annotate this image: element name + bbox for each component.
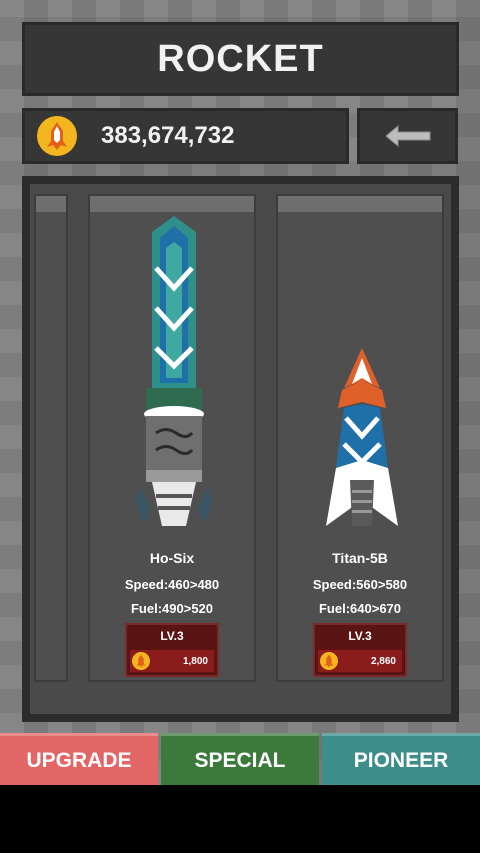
level-upgrade-button[interactable]: LV.3 2,860 (313, 623, 407, 677)
rocket-carousel[interactable]: Ho-Six Speed:460>480 Fuel:490>520 LV.3 1… (22, 176, 459, 722)
tab-pioneer[interactable]: PIONEER (322, 733, 480, 785)
level-label: LV.3 (160, 629, 184, 643)
rocket-name: Titan-5B (332, 550, 388, 566)
rocket-fuel: Fuel:640>670 (318, 601, 402, 616)
ho-six-rocket-image (136, 216, 212, 526)
upgrade-cost: 2,860 (370, 655, 396, 667)
page-title: ROCKET (157, 37, 324, 80)
tab-upgrade[interactable]: UPGRADE (0, 733, 158, 785)
back-button[interactable] (357, 108, 458, 164)
level-label: LV.3 (348, 629, 372, 643)
cost-row: 1,800 (130, 650, 214, 672)
rocket-speed: Speed:560>580 (312, 577, 408, 592)
back-arrow-icon (384, 124, 430, 148)
tab-special[interactable]: SPECIAL (161, 733, 319, 785)
rocket-coin-icon (37, 116, 77, 156)
rocket-coin-icon (132, 652, 150, 670)
level-upgrade-button[interactable]: LV.3 1,800 (125, 623, 219, 677)
rocket-card-titan-5b[interactable]: Titan-5B Speed:560>580 Fuel:640>670 LV.3… (276, 194, 444, 682)
rocket-name: Ho-Six (149, 550, 195, 566)
rocket-card-partial[interactable] (34, 194, 68, 682)
currency-bar: 383,674,732 (22, 108, 349, 164)
currency-amount: 383,674,732 (101, 122, 235, 149)
bottom-tabs: UPGRADE SPECIAL PIONEER (0, 733, 480, 785)
upgrade-cost: 1,800 (182, 655, 208, 667)
rocket-card-ho-six[interactable]: Ho-Six Speed:460>480 Fuel:490>520 LV.3 1… (88, 194, 256, 682)
rocket-coin-icon (320, 652, 338, 670)
rocket-speed: Speed:460>480 (124, 577, 220, 592)
cost-row: 2,860 (318, 650, 402, 672)
titan-5b-rocket-image (326, 348, 398, 526)
rocket-fuel: Fuel:490>520 (130, 601, 214, 616)
title-bar: ROCKET (22, 22, 459, 96)
